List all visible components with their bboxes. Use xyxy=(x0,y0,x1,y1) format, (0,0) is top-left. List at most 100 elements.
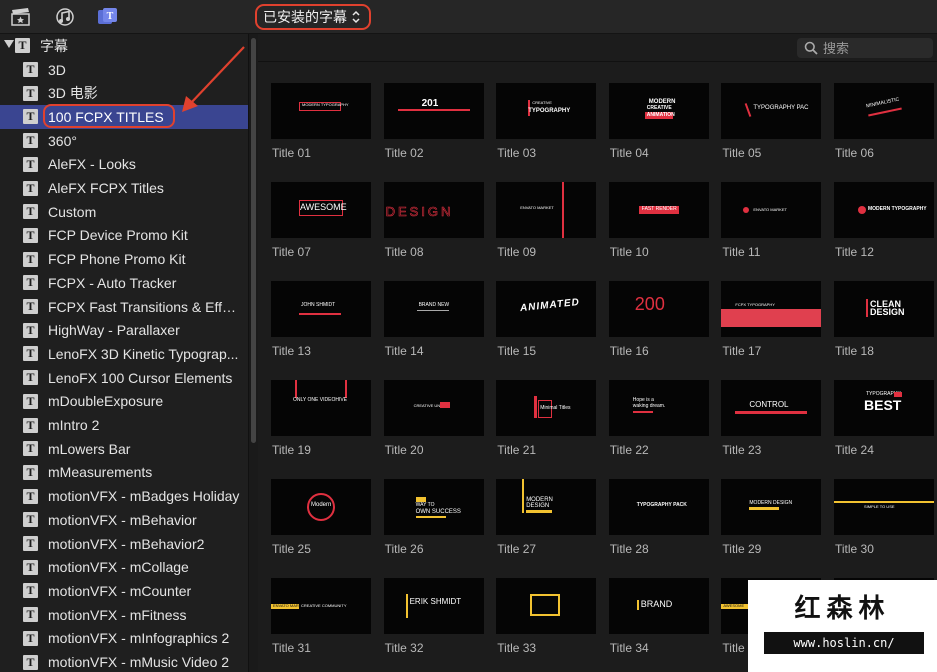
title-tile[interactable]: ANIMATED Title 15 xyxy=(483,281,597,361)
title-tile[interactable]: CLEAN DESIGN Title 18 xyxy=(821,281,934,361)
title-thumbnail[interactable]: ONLY ONE VIDEOHIVE xyxy=(271,380,371,436)
title-tile[interactable]: CREATIVE UNIQUE Title 20 xyxy=(371,380,484,460)
title-thumbnail[interactable]: FAST RENDER xyxy=(608,182,709,238)
title-thumbnail[interactable]: CREATIVE TYPOGRAPHY xyxy=(496,83,597,139)
music-photo-icon[interactable] xyxy=(54,7,76,27)
title-tile[interactable]: CREATIVE TYPOGRAPHY Title 03 xyxy=(483,83,597,163)
sidebar-root-titles[interactable]: T 字幕 xyxy=(0,34,248,58)
title-thumbnail[interactable]: CONTROL xyxy=(721,380,822,436)
sidebar-item[interactable]: TmotionVFX - mCollage xyxy=(0,555,248,579)
title-thumbnail[interactable]: MODERN DESIGN xyxy=(721,479,822,535)
title-tile[interactable]: Hope is a waking dream. Title 22 xyxy=(596,380,709,460)
title-tile[interactable]: ERIK SHMIDT Title 32 xyxy=(371,578,484,658)
title-thumbnail[interactable]: MODERN TYPOGRAPHY xyxy=(271,83,371,139)
title-thumbnail[interactable]: SIMPLE TO USE xyxy=(834,479,934,535)
sidebar-item[interactable]: T FCP Phone Promo Kit xyxy=(0,247,248,271)
titles-generators-icon[interactable]: T xyxy=(97,7,119,27)
title-tile[interactable]: CONTROL Title 23 xyxy=(708,380,822,460)
title-tile[interactable]: BRAND NEW Title 14 xyxy=(371,281,484,361)
title-thumbnail[interactable]: WAY TO OWN SUCCESS xyxy=(383,479,484,535)
sidebar-item[interactable]: T LenoFX 100 Cursor Elements xyxy=(0,366,248,390)
sidebar-scroll-thumb[interactable] xyxy=(251,38,256,443)
title-thumbnail[interactable]: ENVATO MARKET xyxy=(721,182,822,238)
sidebar-item[interactable]: TmotionVFX - mMusic Video 2 xyxy=(0,650,248,672)
title-tile[interactable]: MODERN TYPOGRAPHY Title 01 xyxy=(258,83,371,163)
title-thumbnail[interactable]: Hope is a waking dream. xyxy=(608,380,709,436)
title-thumbnail[interactable]: ENVATO MARKET CREATIVE COMMUNITY xyxy=(271,578,371,634)
title-thumbnail[interactable]: JOHN SHMIDT xyxy=(271,281,371,337)
title-tile[interactable]: MODERN CREATIVE ANIMATION Title 04 xyxy=(596,83,709,163)
title-thumbnail[interactable]: 201 xyxy=(383,83,484,139)
title-thumbnail[interactable]: MINIMALISTIC xyxy=(834,83,934,139)
title-thumbnail[interactable]: ENVATO MARKET xyxy=(496,182,597,238)
title-tile[interactable]: ENVATO MARKET Title 11 xyxy=(708,182,822,262)
clapper-star-icon[interactable] xyxy=(10,7,32,27)
title-thumbnail[interactable]: ERIK SHMIDT xyxy=(383,578,484,634)
title-thumbnail[interactable]: MODERN DESIGN xyxy=(496,479,597,535)
sidebar-item[interactable]: T FCPX Fast Transitions & Effe... xyxy=(0,295,248,319)
title-thumbnail[interactable]: BRAND NEW xyxy=(383,281,484,337)
title-thumbnail[interactable]: BRAND xyxy=(608,578,709,634)
sidebar-item[interactable]: T HighWay - Parallaxer xyxy=(0,318,248,342)
sidebar-item[interactable]: T FCPX - Auto Tracker xyxy=(0,271,248,295)
sidebar-item[interactable]: T AleFX - Looks xyxy=(0,153,248,177)
title-tile[interactable]: DESIGN Title 08 xyxy=(371,182,484,262)
title-thumbnail[interactable]: AWESOME xyxy=(271,182,371,238)
title-tile[interactable]: FCPX TYPOGRAPHY Title 17 xyxy=(708,281,822,361)
title-tile[interactable]: 201 Title 02 xyxy=(371,83,484,163)
title-thumbnail[interactable]: 200 xyxy=(608,281,709,337)
sidebar-item[interactable]: TmotionVFX - mFitness xyxy=(0,603,248,627)
sidebar-item[interactable]: TmMeasurements xyxy=(0,461,248,485)
disclosure-triangle-icon[interactable] xyxy=(4,40,14,48)
sidebar-item[interactable]: T 3D 电影 xyxy=(0,81,248,105)
title-tile[interactable]: AWESOME Title 07 xyxy=(258,182,371,262)
title-tile[interactable]: MINIMALISTIC Title 06 xyxy=(821,83,934,163)
search-input[interactable] xyxy=(823,38,931,58)
title-tile[interactable]: Title 33 xyxy=(483,578,597,658)
title-tile[interactable]: TYPOGRAPHY PAC Title 05 xyxy=(708,83,822,163)
title-tile[interactable]: Modern Title 25 xyxy=(258,479,371,559)
title-tile[interactable]: TYPOGRAPHY PACK Title 28 xyxy=(596,479,709,559)
title-thumbnail[interactable]: DESIGN xyxy=(383,182,484,238)
title-tile[interactable]: Minimal Titles Title 21 xyxy=(483,380,597,460)
title-tile[interactable]: FAST RENDER Title 10 xyxy=(596,182,709,262)
title-thumbnail[interactable]: ANIMATED xyxy=(496,281,597,337)
search-field[interactable] xyxy=(797,38,933,58)
sidebar-item[interactable]: T 100 FCPX TITLES xyxy=(0,105,248,129)
title-thumbnail[interactable]: TYPOGRAPHY PACK xyxy=(608,479,709,535)
sidebar-item[interactable]: TmotionVFX - mCounter xyxy=(0,579,248,603)
sidebar-item[interactable]: T 3D xyxy=(0,58,248,82)
title-tile[interactable]: MODERN DESIGN Title 29 xyxy=(708,479,822,559)
title-tile[interactable]: BRAND Title 34 xyxy=(596,578,709,658)
sidebar-item[interactable]: TmotionVFX - mBehavior xyxy=(0,508,248,532)
title-thumbnail[interactable]: CLEAN DESIGN xyxy=(834,281,934,337)
title-thumbnail[interactable]: Minimal Titles xyxy=(496,380,597,436)
sidebar-item[interactable]: TmotionVFX - mInfographics 2 xyxy=(0,627,248,651)
title-tile[interactable]: ONLY ONE VIDEOHIVE Title 19 xyxy=(258,380,371,460)
title-tile[interactable]: SIMPLE TO USE Title 30 xyxy=(821,479,934,559)
title-thumbnail[interactable]: CREATIVE UNIQUE xyxy=(383,380,484,436)
sidebar-item[interactable]: T Custom xyxy=(0,200,248,224)
installed-titles-popup[interactable]: 已安装的字幕 xyxy=(255,4,371,30)
title-tile[interactable]: ENVATO MARKET Title 09 xyxy=(483,182,597,262)
title-tile[interactable]: ENVATO MARKET CREATIVE COMMUNITY Title 31 xyxy=(258,578,371,658)
title-tile[interactable]: JOHN SHMIDT Title 13 xyxy=(258,281,371,361)
title-thumbnail[interactable] xyxy=(496,578,597,634)
sidebar-item[interactable]: TmIntro 2 xyxy=(0,413,248,437)
sidebar-item[interactable]: T AleFX FCPX Titles xyxy=(0,176,248,200)
title-thumbnail[interactable]: TYPOGRAPHY BEST xyxy=(834,380,934,436)
title-thumbnail[interactable]: MODERN CREATIVE ANIMATION xyxy=(608,83,709,139)
title-thumbnail[interactable]: MODERN TYPOGRAPHY xyxy=(834,182,934,238)
title-thumbnail[interactable]: Modern xyxy=(271,479,371,535)
sidebar-item[interactable]: T 360° xyxy=(0,129,248,153)
title-tile[interactable]: MODERN DESIGN Title 27 xyxy=(483,479,597,559)
title-tile[interactable]: MODERN TYPOGRAPHY Title 12 xyxy=(821,182,934,262)
title-thumbnail[interactable]: TYPOGRAPHY PAC xyxy=(721,83,822,139)
title-tile[interactable]: WAY TO OWN SUCCESS Title 26 xyxy=(371,479,484,559)
sidebar-item[interactable]: TmDoubleExposure xyxy=(0,390,248,414)
title-tile[interactable]: TYPOGRAPHY BEST Title 24 xyxy=(821,380,934,460)
sidebar-item[interactable]: TmLowers Bar xyxy=(0,437,248,461)
title-tile[interactable]: 200 Title 16 xyxy=(596,281,709,361)
sidebar-scrollbar[interactable] xyxy=(248,34,258,672)
sidebar-item[interactable]: TmotionVFX - mBadges Holiday xyxy=(0,484,248,508)
